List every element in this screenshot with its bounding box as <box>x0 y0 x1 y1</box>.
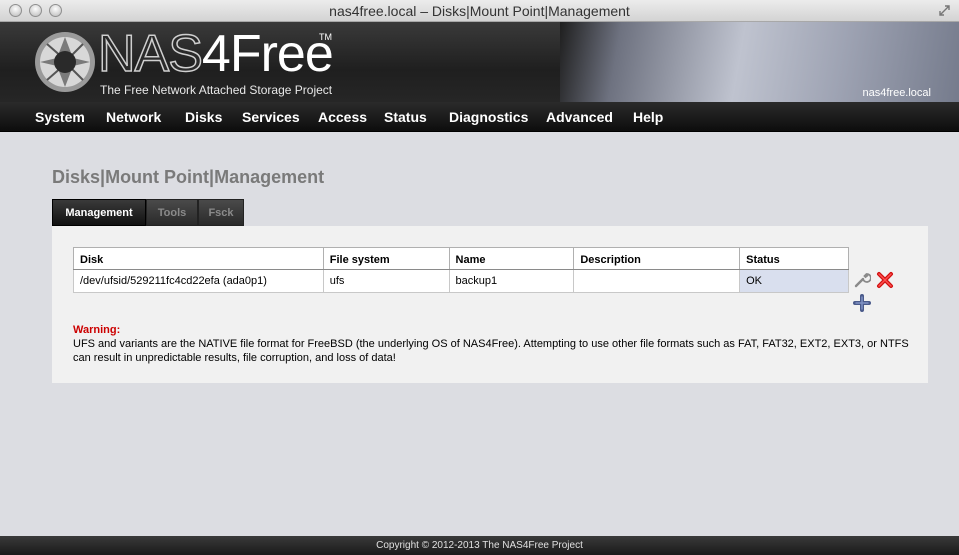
tab-tools[interactable]: Tools <box>146 199 198 226</box>
nav-system[interactable]: System <box>35 109 85 125</box>
warning-title: Warning: <box>73 324 121 336</box>
logo-wordmark: NAS4Free <box>97 24 334 84</box>
cell-file-system: ufs <box>322 269 450 293</box>
column-header-status: Status <box>739 247 849 270</box>
nav-help[interactable]: Help <box>633 109 663 125</box>
tab-fsck[interactable]: Fsck <box>198 199 244 226</box>
warning-text: UFS and variants are the NATIVE file for… <box>73 338 909 364</box>
column-header-disk: Disk <box>73 247 324 270</box>
tagline: The Free Network Attached Storage Projec… <box>100 83 333 97</box>
column-header-description: Description <box>573 247 741 270</box>
nav-network[interactable]: Network <box>106 109 161 125</box>
nav-advanced[interactable]: Advanced <box>546 109 613 125</box>
trademark-symbol: TM <box>319 32 332 42</box>
plus-icon[interactable] <box>853 294 871 312</box>
page-title: Disks|Mount Point|Management <box>52 167 325 187</box>
nav-diagnostics[interactable]: Diagnostics <box>449 109 528 125</box>
cell-name: backup1 <box>448 269 575 293</box>
table-header-row: Disk File system Name Description Status <box>73 247 849 270</box>
hostname: nas4free.local <box>862 87 932 99</box>
column-header-file-system: File system <box>322 247 450 270</box>
nav-disks[interactable]: Disks <box>185 109 222 125</box>
logo-aperture-icon <box>35 32 95 92</box>
wrench-icon[interactable] <box>853 271 871 289</box>
nav-status[interactable]: Status <box>384 109 427 125</box>
window-titlebar: nas4free.local – Disks|Mount Point|Manag… <box>0 0 959 22</box>
site-header: NAS4Free TM The Free Network Attached St… <box>0 22 959 102</box>
fullscreen-icon[interactable] <box>938 4 951 17</box>
mount-point-table: Disk File system Name Description Status… <box>73 247 849 293</box>
main-nav: System Network Disks Services Access Sta… <box>0 102 959 132</box>
footer-copyright: Copyright © 2012-2013 The NAS4Free Proje… <box>0 536 959 555</box>
window-title: nas4free.local – Disks|Mount Point|Manag… <box>329 3 630 19</box>
cell-description <box>573 269 741 293</box>
nav-access[interactable]: Access <box>318 109 367 125</box>
red-x-icon[interactable] <box>876 271 894 289</box>
nav-services[interactable]: Services <box>242 109 300 125</box>
tab-management[interactable]: Management <box>52 199 146 226</box>
content-panel: Disk File system Name Description Status… <box>52 226 928 383</box>
cell-status: OK <box>739 269 849 293</box>
column-header-name: Name <box>448 247 575 270</box>
table-row: /dev/ufsid/529211fc4cd22efa (ada0p1) ufs… <box>73 269 849 293</box>
cell-disk: /dev/ufsid/529211fc4cd22efa (ada0p1) <box>73 269 324 293</box>
